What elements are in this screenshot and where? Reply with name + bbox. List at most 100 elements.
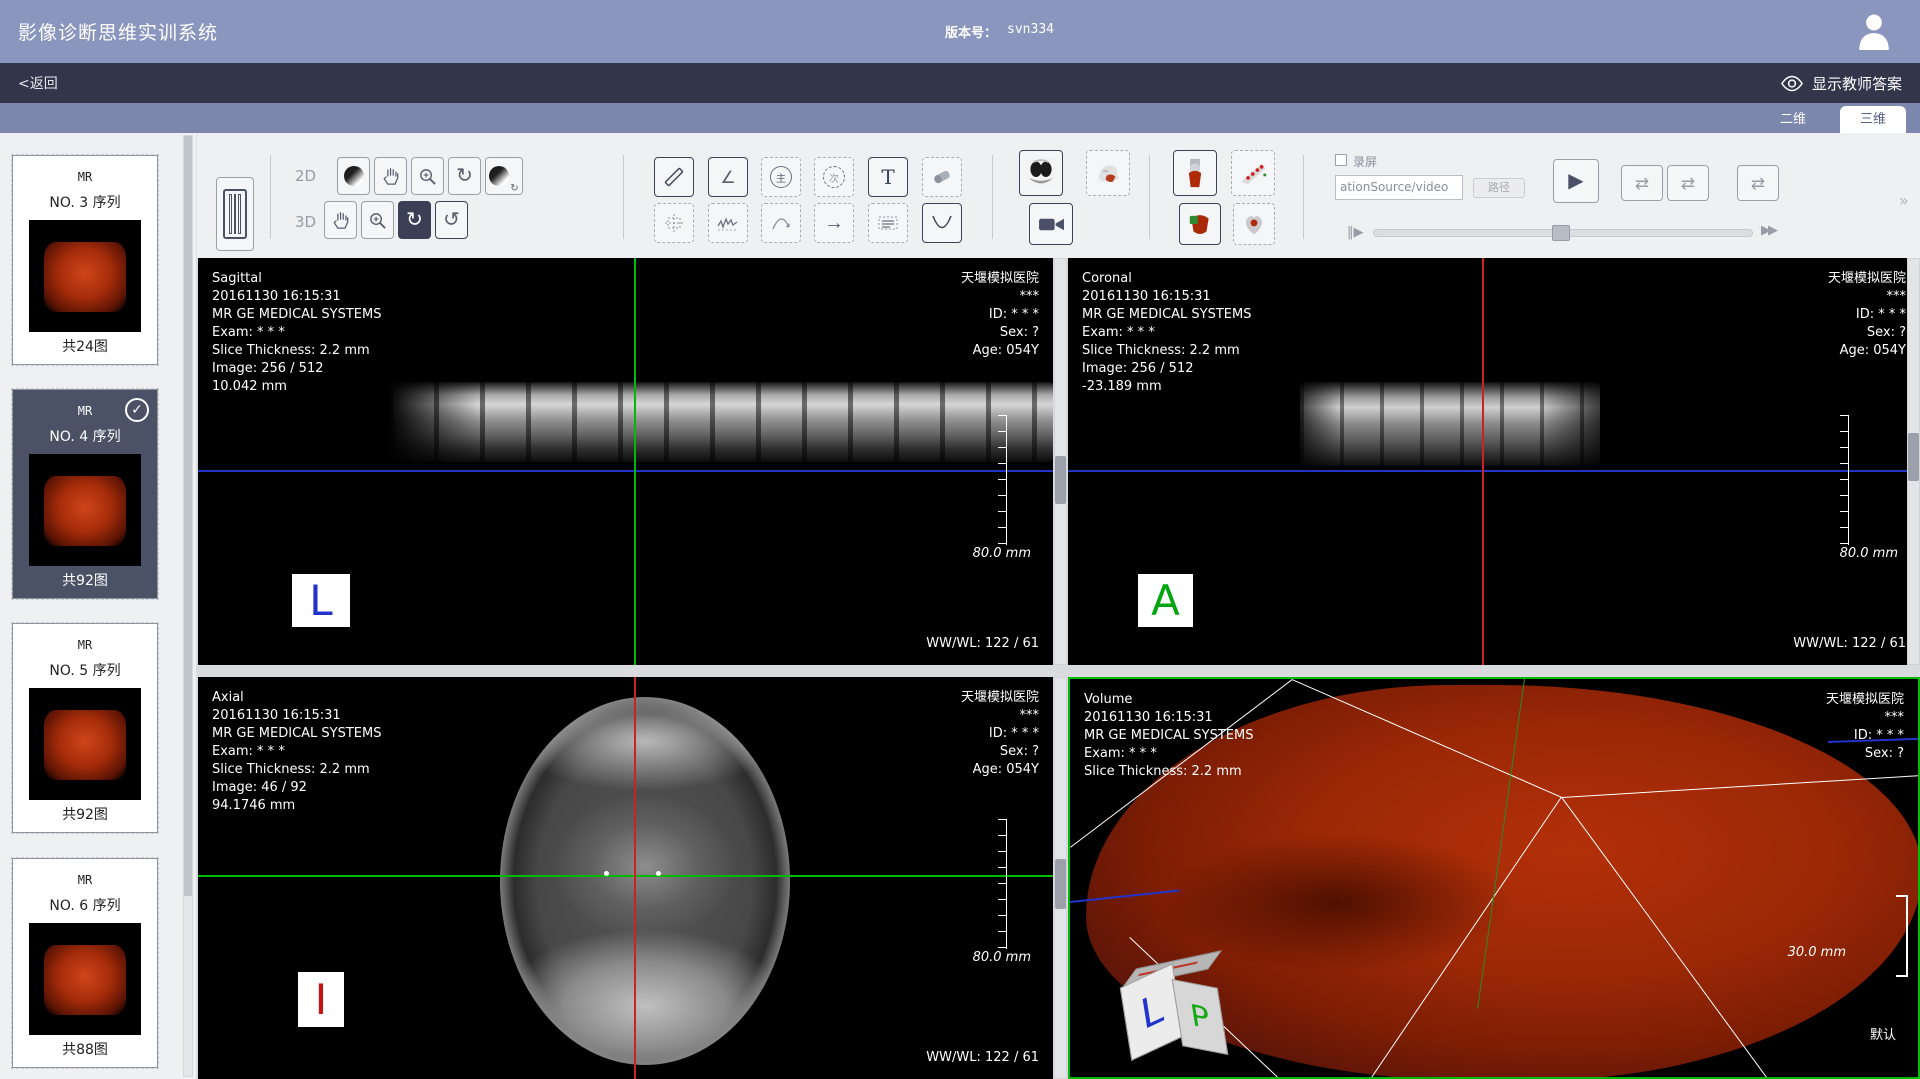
user-avatar-icon[interactable] (1856, 12, 1892, 50)
timeline-ff-icon[interactable]: ▶▶ (1761, 223, 1775, 238)
toolbar-separator (270, 155, 271, 239)
series-card-3[interactable]: MR NO. 3 序列 共24图 (12, 155, 158, 365)
layout-button[interactable] (216, 177, 254, 251)
knee-bone-icon (1179, 156, 1211, 190)
zoom-3d-button[interactable] (361, 201, 394, 239)
timeline-step-icon[interactable]: ‖▶ (1347, 225, 1364, 240)
record-path-button[interactable]: 路径 (1473, 178, 1525, 198)
rotate-3d-button[interactable]: ↻ (398, 201, 431, 239)
secondary-point-tool-button[interactable]: 次 (814, 157, 854, 197)
arrow-tool-button[interactable]: → (814, 203, 854, 243)
secondary-circle-icon: 次 (823, 166, 845, 188)
hand-icon (332, 210, 350, 230)
slice-scrollbar-thumb[interactable] (1908, 433, 1919, 481)
note-tool-button[interactable] (868, 203, 908, 243)
roll-3d-button[interactable]: ↺ (435, 201, 468, 239)
scale-label: 80.0 mm (973, 950, 1031, 965)
slice-scrollbar-top-right[interactable] (1907, 258, 1920, 665)
series-name: NO. 5 序列 (13, 660, 157, 680)
eraser-tool-button[interactable] (922, 157, 962, 197)
ruler-icon (663, 166, 685, 188)
lung-preset-button[interactable] (1019, 150, 1063, 196)
crosshair-sagittal-line[interactable] (634, 677, 636, 1079)
swap-icon: ⇄ (1635, 175, 1649, 192)
loop-mode-button[interactable]: ⇄ (1621, 165, 1663, 201)
main-point-tool-button[interactable]: 主 (761, 157, 801, 197)
crosshair-axial-line[interactable] (198, 470, 1053, 472)
spine-model-icon (1237, 156, 1269, 190)
parabola-icon (930, 213, 954, 233)
magnifier-icon (368, 211, 387, 230)
series-card-5[interactable]: MR NO. 5 序列 共92图 (12, 623, 158, 833)
viewport-grid: Sagittal 20161130 16:15:31 MR GE MEDICAL… (196, 258, 1920, 1079)
reference-dot (656, 871, 661, 876)
viewport-axial[interactable]: Axial 20161130 16:15:31 MR GE MEDICAL SY… (198, 677, 1053, 1079)
record-checkbox[interactable] (1335, 154, 1347, 166)
hand-icon (382, 166, 400, 186)
slice-scrollbar-top[interactable] (1054, 258, 1067, 665)
viewport-sagittal[interactable]: Sagittal 20161130 16:15:31 MR GE MEDICAL… (198, 258, 1053, 665)
show-teacher-answer-button[interactable]: 显示教师答案 (1780, 73, 1902, 94)
viewport-coronal[interactable]: Coronal 20161130 16:15:31 MR GE MEDICAL … (1068, 258, 1920, 665)
skull-preset-button[interactable] (1086, 150, 1130, 196)
contrast-icon (344, 166, 364, 186)
timeline-thumb[interactable] (1552, 225, 1570, 241)
viewport-info-left: Sagittal 20161130 16:15:31 MR GE MEDICAL… (212, 270, 382, 396)
orientation-cube[interactable]: L P (1122, 959, 1232, 1069)
wwwl-readout: WW/WL: 122 / 61 (926, 1050, 1039, 1065)
tab-2d[interactable]: 二维 (1760, 108, 1826, 133)
rotate-icon: ↻ (406, 210, 423, 230)
wwwl-readout: WW/WL: 122 / 61 (1793, 636, 1906, 651)
direction-button[interactable]: ⇄ (1737, 165, 1779, 201)
record-label: 录屏 (1353, 153, 1377, 170)
magnifier-icon (418, 167, 437, 186)
slice-scrollbar-thumb[interactable] (1055, 859, 1066, 909)
record-camera-button[interactable] (1029, 203, 1073, 245)
crosshair-sagittal-line[interactable] (1482, 258, 1484, 665)
toolbar-expander[interactable]: » (1899, 191, 1909, 210)
crosshair-axial-line[interactable] (1068, 470, 1920, 472)
mr-coronal-image (1300, 382, 1600, 466)
series-card-4[interactable]: ✓ MR NO. 4 序列 共92图 (12, 389, 158, 599)
rotate-2d-button[interactable]: ↻ (448, 157, 481, 195)
series-modality: MR (13, 873, 157, 887)
angle-tool-button[interactable]: ∠ (708, 157, 748, 197)
viewport-volume[interactable]: Volume 20161130 16:15:31 MR GE MEDICAL S… (1068, 677, 1920, 1079)
roi-tool-button[interactable] (654, 203, 694, 243)
bone-preset-button[interactable] (1173, 150, 1217, 196)
slice-scrollbar-thumb[interactable] (1055, 456, 1066, 504)
curve-tool-button[interactable] (708, 203, 748, 243)
series-card-6[interactable]: MR NO. 6 序列 共88图 (12, 858, 158, 1068)
timeline-slider[interactable] (1373, 229, 1753, 237)
app-header: 影像诊断思维实训系统 版本号： svn334 (0, 0, 1920, 63)
record-path-input[interactable]: ationSource/video (1335, 175, 1463, 200)
roi-rect-icon (663, 212, 685, 234)
tab-3d[interactable]: 三维 (1840, 106, 1906, 133)
zoom-2d-button[interactable] (411, 157, 444, 195)
viewport-info-left: Coronal 20161130 16:15:31 MR GE MEDICAL … (1082, 270, 1252, 396)
sidebar-scrollbar[interactable] (183, 135, 193, 1077)
cobb-curve-tool-button[interactable] (922, 203, 962, 243)
bounce-mode-button[interactable]: ⇄ (1667, 165, 1709, 201)
wwwl-2d-button[interactable] (337, 157, 370, 195)
eye-icon (1780, 75, 1804, 92)
play-button[interactable]: ▶ (1553, 159, 1599, 203)
mode-2d-label: 2D (295, 167, 316, 185)
reset-wwwl-button[interactable]: ↻ (485, 157, 523, 195)
pan-2d-button[interactable] (374, 157, 407, 195)
back-button[interactable]: <返回 (18, 73, 58, 93)
selected-check-icon: ✓ (125, 398, 149, 422)
arc-tool-button[interactable] (761, 203, 801, 243)
heart-preset-button[interactable] (1233, 203, 1275, 245)
crosshair-coronal-line[interactable] (634, 258, 636, 665)
slice-scrollbar-bottom[interactable] (1054, 677, 1067, 1079)
model-preset-button[interactable] (1179, 203, 1221, 245)
ruler-tool-button[interactable] (654, 157, 694, 197)
sidebar-scrollbar-thumb[interactable] (184, 136, 192, 896)
scale-label: 80.0 mm (1840, 546, 1898, 561)
series-thumbnail (29, 454, 141, 566)
crosshair-coronal-line[interactable] (198, 875, 1053, 877)
pan-3d-button[interactable] (324, 201, 357, 239)
spine-preset-button[interactable] (1231, 150, 1275, 196)
text-tool-button[interactable]: T (868, 157, 908, 197)
